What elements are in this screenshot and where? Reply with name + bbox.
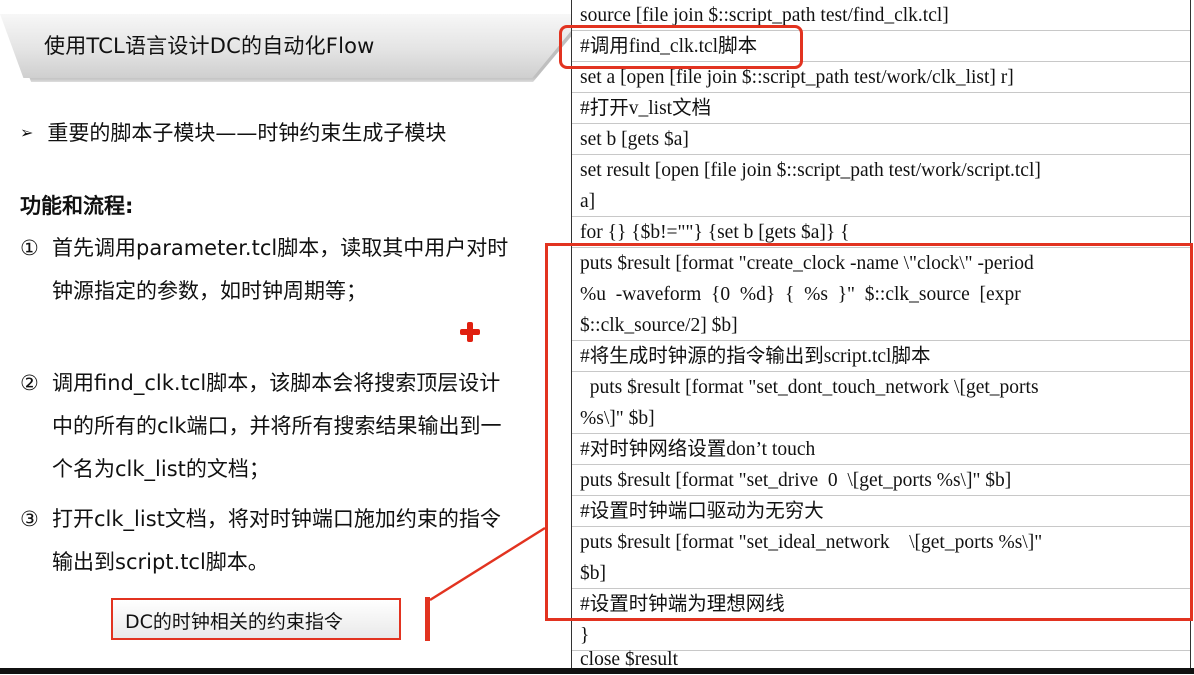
section-heading: 功能和流程: [20, 194, 134, 218]
step-number: ① [20, 236, 39, 260]
bullet-text: 重要的脚本子模块——时钟约束生成子模块 [47, 121, 447, 145]
code-line: set b [gets $a] [572, 124, 1190, 155]
callout-bracket [425, 597, 430, 641]
code-line: a] [572, 186, 1190, 217]
slide-title: 使用TCL语言设计DC的自动化Flow [44, 34, 375, 58]
step-3: ③ 打开clk_list文档，将对时钟端口施加约束的指令输出到script.tc… [20, 498, 512, 584]
step-number: ③ [20, 507, 39, 531]
step-text: 打开clk_list文档，将对时钟端口施加约束的指令输出到script.tcl脚… [52, 507, 501, 574]
highlight-clock-constraints [545, 243, 1193, 621]
step-text: 首先调用parameter.tcl脚本，读取其中用户对时钟源指定的参数，如时钟周… [52, 236, 509, 303]
step-text: 调用find_clk.tcl脚本，该脚本会将搜索顶层设计中的所有的clk端口，并… [52, 371, 502, 481]
bottom-border [0, 668, 1194, 674]
arrow-bullet-icon: ➢ [20, 122, 34, 142]
step-1: ① 首先调用parameter.tcl脚本，读取其中用户对时钟源指定的参数，如时… [20, 227, 512, 313]
highlight-find-clk [559, 25, 803, 69]
step-number: ② [20, 371, 39, 395]
bullet-item: ➢ 重要的脚本子模块——时钟约束生成子模块 [20, 117, 446, 147]
red-cross-icon [460, 322, 480, 342]
code-line: set result [open [file join $::script_pa… [580, 160, 1041, 181]
note-callout: DC的时钟相关的约束指令 [111, 598, 401, 640]
step-2: ② 调用find_clk.tcl脚本，该脚本会将搜索顶层设计中的所有的clk端口… [20, 362, 512, 491]
code-line: #打开v_list文档 [572, 93, 1190, 124]
